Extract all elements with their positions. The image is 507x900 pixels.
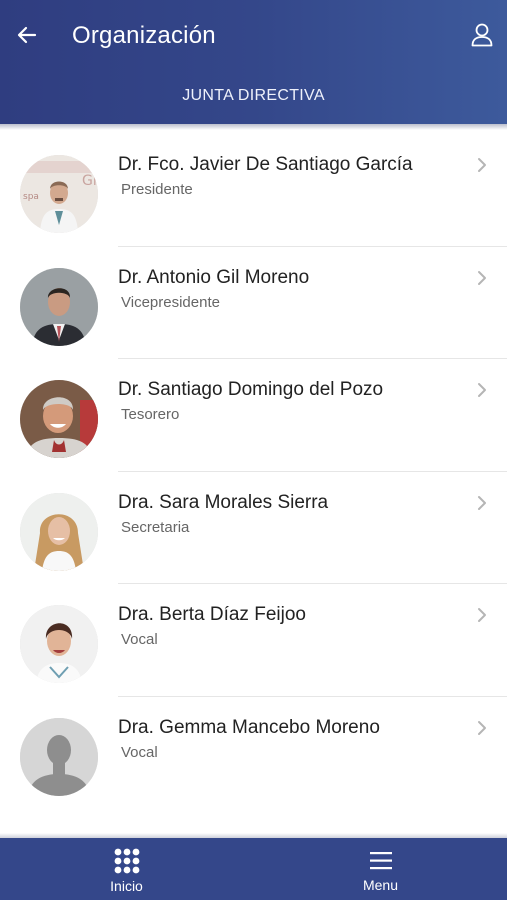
member-info: Dra. Sara Morales Sierra Secretaria [118, 491, 467, 539]
chevron-right-icon [478, 495, 486, 510]
member-role: Secretaria [121, 518, 190, 536]
top-bar: Organización [0, 0, 507, 72]
list-item[interactable]: Dra. Gemma Mancebo Moreno Vocal [0, 697, 507, 810]
svg-text:spa: spa [23, 192, 39, 202]
avatar-photo [20, 267, 98, 346]
member-info: Dr. Santiago Domingo del Pozo Tesorero [118, 378, 467, 426]
member-name: Dr. Fco. Javier De Santiago García [118, 154, 413, 175]
page-title: Organización [72, 22, 216, 49]
avatar-photo [20, 380, 98, 458]
nav-home-button[interactable]: Inicio [0, 838, 253, 900]
nav-menu-button[interactable]: Menu [254, 838, 507, 900]
avatar-photo [20, 605, 98, 683]
member-role: Vicepresidente [121, 293, 220, 311]
list-item[interactable]: spa Gn Dr. Fco. Javier De Santiago Garcí… [0, 134, 507, 247]
chevron-right-icon [478, 720, 486, 735]
member-name: Dr. Antonio Gil Moreno [118, 266, 310, 288]
avatar-photo: spa Gn [20, 155, 98, 233]
app-header: Organización JUNTA DIRECTIVA [0, 0, 507, 124]
member-info: Dr. Fco. Javier De Santiago García Presi… [118, 153, 467, 201]
member-name: Dr. Santiago Domingo del Pozo [118, 379, 384, 400]
list-item[interactable]: Dr. Antonio Gil Moreno Vicepresidente [0, 247, 507, 359]
svg-text:Gn: Gn [82, 173, 98, 189]
list-item[interactable]: Dr. Santiago Domingo del Pozo Tesorero [0, 359, 507, 472]
member-info: Dra. Gemma Mancebo Moreno Vocal [118, 716, 467, 764]
member-name: Dra. Gemma Mancebo Moreno [118, 716, 380, 738]
avatar [20, 380, 98, 458]
member-role: Vocal [121, 743, 158, 761]
profile-button[interactable] [469, 21, 495, 49]
avatar [20, 267, 98, 346]
user-icon [471, 23, 493, 47]
list-item[interactable]: Dra. Berta Díaz Feijoo Vocal [0, 584, 507, 697]
back-button[interactable] [14, 22, 40, 48]
member-list: spa Gn Dr. Fco. Javier De Santiago Garcí… [0, 134, 507, 809]
member-info: Dra. Berta Díaz Feijoo Vocal [118, 603, 467, 651]
menu-icon [369, 852, 392, 870]
chevron-right-icon [478, 158, 486, 172]
chevron-right-icon [478, 270, 486, 285]
section-title: JUNTA DIRECTIVA [182, 87, 325, 104]
avatar-photo [20, 492, 98, 571]
nav-menu-label: Menu [362, 877, 399, 893]
arrow-left-icon [17, 26, 37, 44]
avatar [20, 492, 98, 571]
avatar-placeholder-icon [20, 717, 98, 796]
member-name: Dra. Sara Morales Sierra [118, 491, 329, 513]
member-role: Tesorero [121, 406, 180, 423]
header-shadow [0, 124, 507, 130]
avatar [20, 717, 98, 796]
avatar [20, 605, 98, 683]
chevron-right-icon [478, 608, 486, 622]
list-item[interactable]: Dra. Sara Morales Sierra Secretaria [0, 472, 507, 584]
nav-home-label: Inicio [110, 878, 143, 894]
member-info: Dr. Antonio Gil Moreno Vicepresidente [118, 266, 467, 314]
member-role: Vocal [121, 631, 158, 648]
avatar: spa Gn [20, 155, 98, 233]
bottom-navigation: Inicio Menu [0, 833, 507, 900]
grid-icon [114, 848, 139, 874]
member-name: Dra. Berta Díaz Feijoo [118, 604, 306, 625]
member-role: Presidente [121, 181, 193, 198]
chevron-right-icon [478, 383, 486, 397]
